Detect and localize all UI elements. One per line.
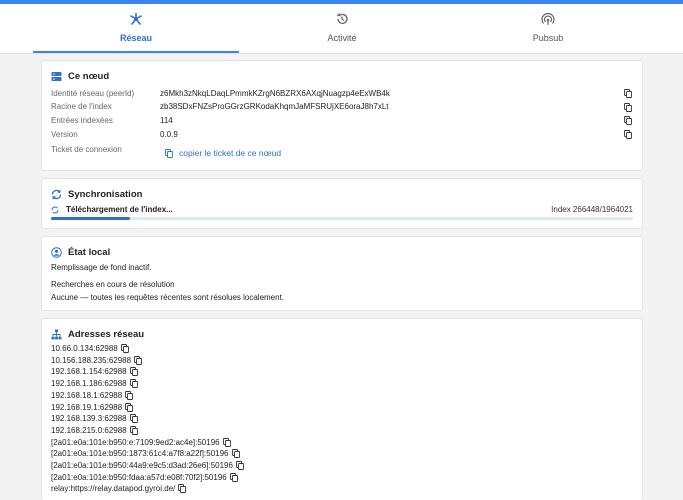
row-key: Identité réseau (peerId) [51, 89, 135, 98]
row-value: z6Mkh3zNkqLDaqLPmmkKZrgN6BZRX6AXqjNuagzp… [160, 89, 390, 98]
active-tab-indicator [33, 51, 239, 53]
address-row: 10.66.0.134:62988 [51, 343, 129, 354]
address-text: [2a01:e0a:101e:b950:fdaa:a57d:e08f:70f2]… [51, 472, 227, 482]
sync-status-text: Téléchargement de l'index... [66, 205, 173, 214]
address-text: [2a01:e0a:101e:b950:44a9:e9c5:d3ad:26e6]… [51, 461, 233, 470]
sync-status: Téléchargement de l'index... [51, 205, 173, 214]
sync-spinner-icon [51, 206, 59, 213]
user-circle-icon [51, 247, 62, 258]
address-text: 192.168.18.1:62988 [51, 390, 123, 400]
copy-icon[interactable] [624, 116, 632, 125]
address-row: 192.168.19.1:62988 [51, 402, 134, 413]
copy-icon[interactable] [236, 461, 244, 470]
tab-label: Activité [327, 33, 357, 43]
row-value: 0.0.9 [160, 130, 178, 139]
row-key: Entrées indexées [51, 116, 113, 125]
tab-bar: Réseau Activité Pubsub [0, 4, 683, 54]
address-text: 192.168.215.0:62988 [51, 425, 127, 435]
address-text: relay:https://relay.datapod.gyroi.de/ [51, 484, 176, 494]
copy-icon[interactable] [231, 449, 240, 459]
tab-label: Pubsub [532, 33, 564, 43]
row-key: Racine de l'index [51, 102, 112, 111]
tab-reseau[interactable]: Réseau [33, 4, 239, 54]
copy-icon[interactable] [129, 414, 138, 424]
tab-label: Réseau [119, 33, 153, 43]
card-header: État local [51, 246, 110, 259]
index-progress-text: Index 266448/1964021 [551, 205, 633, 214]
card-header: Ce nœud [51, 70, 109, 83]
address-row: 10.156.188.235:62988 [51, 355, 143, 366]
address-text: 10.66.0.134:62988 [51, 344, 118, 353]
row-key: Ticket de connexion [51, 145, 122, 154]
pending-title: Recherches en cours de résolution [51, 280, 175, 289]
copy-icon[interactable] [129, 367, 138, 377]
sync-card: Synchronisation Téléchargement de l'inde… [41, 178, 643, 229]
sync-icon [51, 189, 62, 200]
copy-icon[interactable] [229, 472, 238, 482]
sitemap-icon [51, 329, 62, 340]
copy-icon[interactable] [125, 390, 134, 400]
address-row: [2a01:e0a:101e:b950:44a9:e9c5:d3ad:26e6]… [51, 460, 244, 471]
local-state-card: État local Remplissage de fond inactif. … [41, 236, 643, 311]
address-text: 10.156.188.235:62988 [51, 355, 132, 365]
card-title: Adresses réseau [68, 329, 145, 340]
card-title: État local [68, 247, 111, 258]
network-icon [130, 12, 142, 25]
node-card: Ce nœud Identité réseau (peerId) z6Mkh3z… [41, 60, 643, 171]
copy-icon [165, 148, 173, 158]
copy-icon[interactable] [222, 437, 231, 447]
address-row: [2a01:e0a:101e:b950:fdaa:a57d:e08f:70f2]… [51, 472, 238, 483]
copy-icon[interactable] [624, 130, 632, 139]
card-header: Synchronisation [51, 188, 142, 201]
address-row: 192.168.139.3:62988 [51, 413, 138, 424]
backfill-status: Remplissage de fond inactif. [51, 263, 152, 272]
tab-pubsub[interactable]: Pubsub [445, 4, 651, 54]
copy-icon[interactable] [125, 402, 134, 412]
copy-icon[interactable] [129, 379, 138, 389]
row-value: zb38SDxFNZsProGGrzGRKodaKhqmJaMFSRUjXE6o… [160, 102, 389, 111]
copy-icon[interactable] [134, 355, 143, 365]
address-row: [2a01:e0a:101e:b950:e:7109:9ed2:ac4e]:50… [51, 437, 231, 448]
sync-progress-bar [51, 217, 633, 220]
card-title: Synchronisation [68, 189, 143, 200]
sync-status-row: Téléchargement de l'index... Index 26644… [51, 205, 633, 216]
address-row: relay:https://relay.datapod.gyroi.de/ [51, 483, 187, 494]
copy-ticket-button[interactable]: copier le ticket de ce nœud [165, 148, 281, 158]
history-icon [336, 13, 348, 24]
address-row: 192.168.1.154:62988 [51, 366, 138, 377]
broadcast-icon [541, 12, 555, 25]
address-row: [2a01:e0a:101e:b950:1873:61c4:a7f8:a22f]… [51, 448, 240, 459]
address-text: 192.168.1.186:62988 [51, 379, 127, 389]
address-text: [2a01:e0a:101e:b950:1873:61c4:a7f8:a22f]… [51, 449, 229, 459]
tab-activite[interactable]: Activité [239, 4, 445, 54]
address-row: 192.168.1.186:62988 [51, 378, 138, 389]
address-row: 192.168.215.0:62988 [51, 425, 138, 436]
pending-status: Aucune — toutes les requêtes récentes so… [51, 293, 285, 302]
card-header: Adresses réseau [51, 328, 144, 341]
copy-icon[interactable] [624, 89, 632, 98]
address-row: 192.168.18.1:62988 [51, 390, 134, 401]
card-title: Ce nœud [68, 71, 110, 82]
copy-ticket-label: copier le ticket de ce nœud [179, 148, 282, 158]
address-text: [2a01:e0a:101e:b950:e:7109:9ed2:ac4e]:50… [51, 437, 220, 447]
address-text: 192.168.19.1:62988 [51, 402, 123, 412]
copy-icon[interactable] [120, 344, 129, 353]
sync-progress-fill [51, 217, 130, 220]
addresses-card: Adresses réseau 10.66.0.134:62988 10.156.… [41, 318, 643, 500]
copy-icon[interactable] [178, 484, 187, 494]
address-text: 192.168.1.154:62988 [51, 367, 127, 377]
copy-icon[interactable] [624, 103, 632, 112]
row-value: 114 [160, 116, 173, 125]
address-text: 192.168.139.3:62988 [51, 414, 127, 424]
copy-icon[interactable] [129, 425, 138, 435]
row-key: Version [51, 130, 78, 139]
server-icon [51, 72, 62, 81]
